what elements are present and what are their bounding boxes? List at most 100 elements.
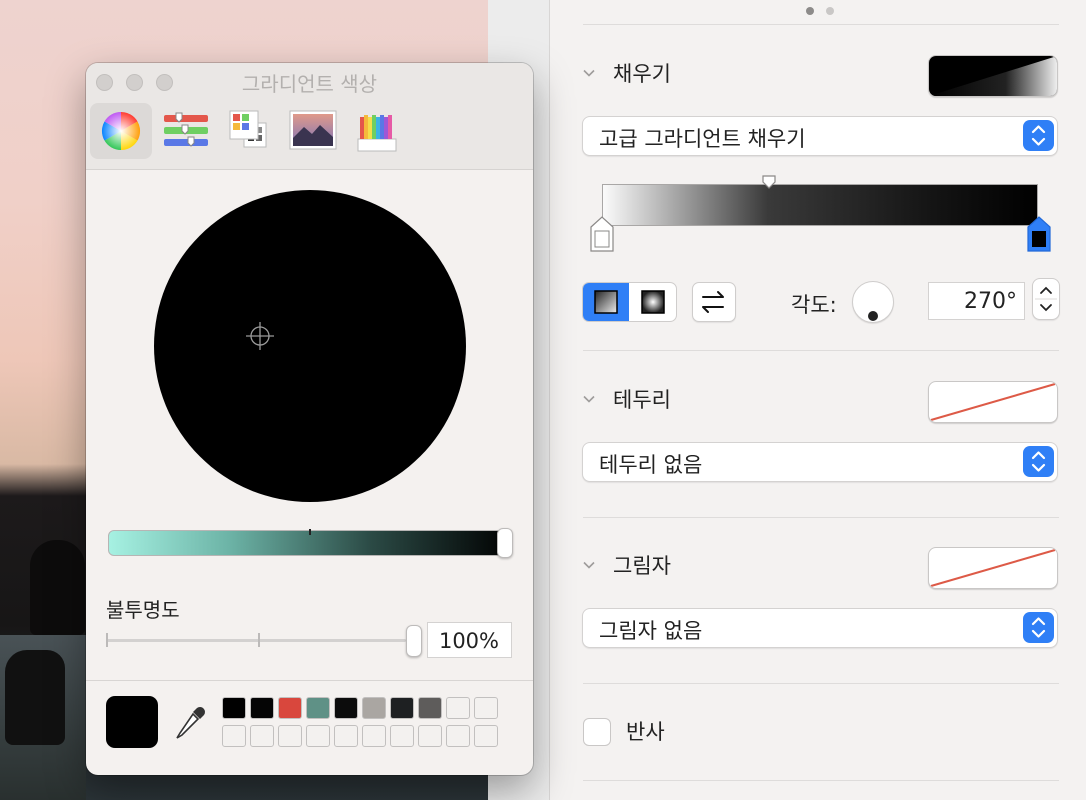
divider [86,680,533,681]
shadow-type-popup[interactable]: 그림자 없음 [582,608,1058,648]
linear-gradient-button[interactable] [583,283,629,321]
shadow-section-header[interactable]: 그림자 [583,550,671,580]
no-color-icon [930,549,1056,587]
brightness-tick [309,529,311,535]
page-dot-active[interactable] [806,7,814,15]
divider [583,683,1059,684]
border-type-label: 테두리 없음 [599,453,703,477]
color-wheel-icon [101,111,141,151]
popup-arrows-icon [1023,612,1054,643]
angle-dial[interactable] [852,281,894,323]
no-color-icon [930,383,1056,421]
swatch-cell[interactable] [390,725,414,747]
shadow-title: 그림자 [613,554,671,578]
color-wheel[interactable] [154,190,466,502]
reflection-checkbox[interactable] [583,718,611,746]
swatch-cell[interactable] [390,697,414,719]
fill-section-header[interactable]: 채우기 [583,58,671,88]
popup-arrows-icon [1023,120,1054,151]
skater-figure [5,650,65,745]
silhouette-person [30,540,85,635]
swatch-cell[interactable] [334,725,358,747]
swatch-cell[interactable] [334,697,358,719]
brightness-knob[interactable] [497,528,513,558]
image-palettes-icon [289,110,337,150]
gradient-bar[interactable] [602,184,1038,226]
opacity-tick [106,633,108,647]
opacity-field[interactable]: 100% [427,622,512,658]
border-swatch-button[interactable] [928,381,1058,423]
color-wheel-tab[interactable] [90,103,152,159]
eyedropper-icon[interactable] [172,704,208,744]
fill-swatch-button[interactable] [928,55,1058,97]
shadow-type-label: 그림자 없음 [599,619,703,643]
divider [583,780,1059,781]
divider [583,350,1059,351]
radial-gradient-icon [641,290,665,314]
gradient-stop-black[interactable] [1026,215,1052,253]
gradient-stop-white[interactable] [589,215,615,253]
border-section-header[interactable]: 테두리 [583,384,671,414]
fill-type-label: 고급 그라디언트 채우기 [599,127,806,151]
reverse-gradient-button[interactable] [692,282,736,322]
swatch-cell[interactable] [446,725,470,747]
border-type-popup[interactable]: 테두리 없음 [582,442,1058,482]
opacity-slider[interactable] [106,633,406,647]
divider [583,24,1059,25]
opacity-label: 불투명도 [106,598,180,622]
swatch-cell[interactable] [222,697,246,719]
angle-dial-indicator [868,311,878,321]
shadow-swatch-button[interactable] [928,547,1058,589]
angle-field[interactable]: 270° [928,282,1025,320]
swatch-cell[interactable] [418,697,442,719]
gradient-type-segmented [582,282,677,322]
page-dots [800,0,840,19]
stepper-arrows-icon [1035,286,1057,312]
swatch-cell[interactable] [362,697,386,719]
chevron-down-icon [583,395,595,403]
linear-gradient-icon [594,290,618,314]
swatch-cell[interactable] [474,697,498,719]
crosshair-icon[interactable] [245,321,275,351]
color-sliders-icon [164,112,208,147]
border-title: 테두리 [613,388,671,412]
swatch-cell[interactable] [278,725,302,747]
current-color-well[interactable] [106,696,158,748]
swatch-cell[interactable] [306,725,330,747]
radial-gradient-button[interactable] [630,283,676,321]
fill-type-popup[interactable]: 고급 그라디언트 채우기 [582,116,1058,156]
angle-label: 각도: [791,293,837,317]
swatch-cell[interactable] [474,725,498,747]
swatch-cell[interactable] [306,697,330,719]
opacity-knob[interactable] [406,625,422,657]
swap-arrows-icon [702,291,724,313]
opacity-tick [258,633,260,647]
gradient-color-panel: 그라디언트 색상 불투명도 100% [86,63,533,775]
format-inspector: 채우기 고급 그라디언트 채우기 각도: 270° 테두리 테두리 없음 그림자… [549,0,1086,800]
swatch-cell[interactable] [446,697,470,719]
swatch-cell[interactable] [278,697,302,719]
fill-swatch-preview [929,56,1057,96]
angle-stepper[interactable] [1032,278,1060,320]
midpoint-handle[interactable] [761,174,777,190]
panel-title: 그라디언트 색상 [241,72,378,96]
reflection-label: 반사 [626,720,665,744]
swatch-cell[interactable] [362,725,386,747]
panel-titlebar: 그라디언트 색상 [86,63,533,170]
fill-title: 채우기 [613,62,671,86]
color-palettes-tab[interactable] [218,103,280,159]
chevron-down-icon [583,561,595,569]
swatch-cell[interactable] [250,697,274,719]
swatch-cell[interactable] [418,725,442,747]
color-sliders-tab[interactable] [154,103,216,159]
color-palettes-icon [229,110,267,148]
pencils-tab[interactable] [346,103,408,159]
pencils-icon [357,115,397,152]
popup-arrows-icon [1023,446,1054,477]
swatch-cell[interactable] [222,725,246,747]
divider [583,517,1059,518]
page-dot[interactable] [826,7,834,15]
image-palettes-tab[interactable] [282,103,344,159]
brightness-slider[interactable] [108,529,513,556]
swatch-cell[interactable] [250,725,274,747]
